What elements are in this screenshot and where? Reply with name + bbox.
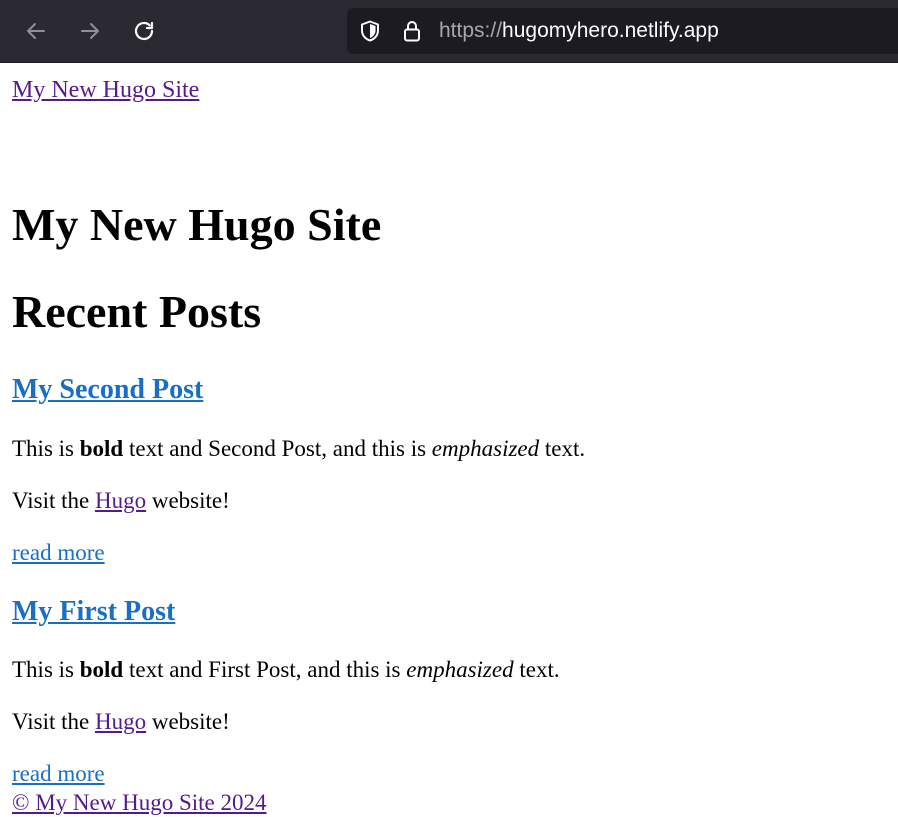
read-more-link[interactable]: read more — [12, 539, 105, 567]
post-title: My First Post — [12, 596, 175, 628]
intro-text: text and Second Post, and this is — [123, 436, 432, 461]
page-title: My New Hugo Site — [12, 199, 382, 250]
post-intro: This is bold text and Second Post, and t… — [12, 435, 585, 463]
url-bar[interactable]: https://hugomyhero.netlify.app — [347, 8, 898, 54]
bold-text: bold — [79, 657, 124, 682]
intro-text: This is — [12, 436, 80, 461]
footer-copyright-link[interactable]: © My New Hugo Site 2024 — [12, 789, 267, 817]
hugo-link[interactable]: Hugo — [95, 709, 146, 734]
post-visit: Visit the Hugo website! — [12, 487, 230, 515]
visit-text: website! — [146, 488, 230, 513]
section-heading: Recent Posts — [12, 286, 262, 337]
shield-icon[interactable] — [358, 19, 382, 43]
post-title-link[interactable]: My First Post — [12, 596, 175, 627]
back-button[interactable] — [21, 16, 51, 46]
lock-icon[interactable] — [400, 19, 424, 43]
intro-text: text. — [513, 657, 560, 682]
visit-text: website! — [146, 709, 230, 734]
post-intro: This is bold text and First Post, and th… — [12, 656, 560, 684]
reload-icon — [134, 21, 154, 41]
intro-text: text and First Post, and this is — [123, 657, 407, 682]
forward-button[interactable] — [75, 16, 105, 46]
emphasized-text: emphasized — [406, 657, 514, 682]
intro-text: This is — [12, 657, 80, 682]
browser-toolbar: https://hugomyhero.netlify.app — [0, 0, 898, 63]
read-more-link[interactable]: read more — [12, 760, 105, 788]
post-title-link[interactable]: My Second Post — [12, 374, 203, 405]
emphasized-text: emphasized — [431, 436, 540, 461]
url-text[interactable]: https://hugomyhero.netlify.app — [439, 19, 719, 43]
visit-text: Visit the — [12, 709, 95, 734]
url-scheme: https:// — [439, 19, 503, 42]
reload-button[interactable] — [129, 16, 159, 46]
url-host: hugomyhero.netlify.app — [502, 19, 719, 42]
bold-text: bold — [79, 436, 124, 461]
post-title: My Second Post — [12, 374, 203, 406]
hugo-link[interactable]: Hugo — [95, 488, 146, 513]
site-home-link[interactable]: My New Hugo Site — [12, 76, 199, 104]
visit-text: Visit the — [12, 488, 95, 513]
post-visit: Visit the Hugo website! — [12, 708, 230, 736]
intro-text: text. — [539, 436, 586, 461]
arrow-right-icon — [81, 23, 99, 39]
arrow-left-icon — [27, 23, 45, 39]
